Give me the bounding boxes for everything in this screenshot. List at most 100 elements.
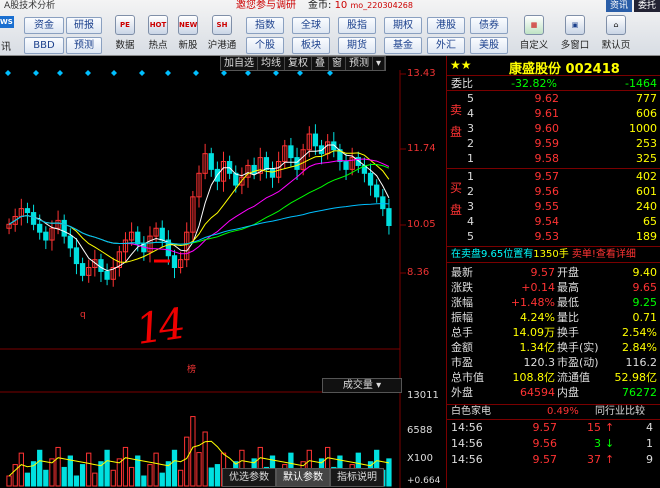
hk-connect-icon-button[interactable]: SH 沪港通 — [204, 15, 240, 55]
data-icon-button[interactable]: PE 数据 — [110, 15, 140, 55]
weibi-row: 委比 -32.82% -1464 — [447, 76, 660, 91]
buy-level: 2 — [467, 185, 474, 198]
coins-display: 金币: 10 mo_220304268 — [308, 0, 413, 12]
buy-volume: 402 — [636, 170, 657, 183]
event-diamond-icon — [111, 70, 117, 76]
volume-bar — [147, 464, 153, 487]
volume-bar — [196, 452, 202, 487]
toolbar-btn-bonds[interactable]: 债券 — [470, 17, 508, 34]
price-label-3: 10.05 — [407, 219, 436, 230]
toolbar-btn-futures[interactable]: 期货 — [338, 37, 376, 54]
overlay-button[interactable]: 叠 — [312, 57, 329, 70]
sell-row[interactable]: 2 9.59 253 — [447, 136, 660, 151]
candle-body — [312, 133, 319, 147]
data-icon: PE — [115, 15, 135, 35]
candle-body — [159, 227, 165, 241]
tick-row: 14:56 9.56 3 ↓ 1 — [447, 436, 660, 452]
predict-button[interactable]: 预测 — [346, 57, 373, 70]
tab-indicator-help[interactable]: 指标说明 — [330, 468, 384, 487]
stat-label: 涨幅 — [451, 296, 473, 309]
volume-bar — [122, 446, 129, 487]
kline-chart-canvas[interactable] — [0, 56, 446, 488]
rating-stars-icon[interactable]: ★★ — [450, 58, 472, 72]
stat-value: 2.54% — [622, 326, 657, 339]
toolbar-btn-research[interactable]: 研报 — [66, 17, 102, 34]
toolbar-btn-stock[interactable]: 个股 — [246, 37, 284, 54]
custom-icon-button[interactable]: ▦ 自定义 — [516, 15, 552, 55]
top-right-buttons: 资讯 委托 — [604, 0, 660, 12]
window-button[interactable]: 窗 — [329, 57, 346, 70]
tab-optimized-params[interactable]: 优选参数 — [222, 468, 276, 487]
stat-value: 9.25 — [632, 296, 658, 309]
toolbar-btn-stock-index[interactable]: 股指 — [338, 17, 376, 34]
stat-label: 最低 — [557, 296, 579, 309]
trade-button[interactable]: 委托 — [633, 0, 660, 12]
multi-window-icon-button[interactable]: ▣ 多窗口 — [556, 15, 594, 55]
toolbar-btn-bbd[interactable]: BBD — [24, 37, 64, 54]
tab-default-params[interactable]: 默认参数 — [276, 468, 330, 487]
buy-row[interactable]: 2 9.56 601 — [447, 184, 660, 199]
candle-body — [288, 145, 294, 159]
toolbar-btn-sector[interactable]: 板块 — [292, 37, 330, 54]
buy-volume: 189 — [636, 230, 657, 243]
add-watchlist-button[interactable]: 加自选 — [221, 57, 258, 70]
stat-value: +1.48% — [510, 296, 555, 309]
survey-invite-link[interactable]: 邀您参与调研 — [236, 0, 296, 12]
volume-indicator-select[interactable]: 成交量 ▾ — [322, 378, 402, 393]
volume-bar — [202, 431, 208, 487]
tick-row: 14:56 9.57 15 ↑ 4 — [447, 420, 660, 436]
chevron-down-icon[interactable]: ▾ — [373, 57, 386, 70]
toolbar-btn-forex[interactable]: 外汇 — [427, 37, 465, 54]
event-diamond-icon — [85, 70, 91, 76]
toolbar-btn-options[interactable]: 期权 — [384, 17, 422, 34]
tick-list: 14:56 9.57 15 ↑ 4 14:56 9.56 3 ↓ 1 14:56 9.57 37 ↑ 9 — [447, 420, 660, 468]
coins-label: 金币: — [308, 0, 332, 11]
toolbar-btn-capital[interactable]: 资金 — [24, 17, 64, 34]
ipo-icon-button[interactable]: NEW 新股 — [173, 15, 203, 55]
candle-body — [43, 231, 49, 241]
tick-count: 9 — [646, 453, 653, 466]
big-order-alert[interactable]: 在卖盘9.65位置有1350手 卖单!查看详细 — [447, 247, 660, 263]
toolbar-btn-us-stocks[interactable]: 美股 — [470, 37, 508, 54]
buy-row[interactable]: 3 9.55 240 — [447, 199, 660, 214]
main-toolbar: A股技术分析 邀您参与调研 金币: 10 mo_220304268 资讯 委托 … — [0, 0, 660, 56]
app-logo-icon[interactable]: WS — [0, 16, 14, 28]
news-button[interactable]: 资讯 — [605, 0, 632, 12]
buy-row[interactable]: 1 9.57 402 — [447, 169, 660, 184]
buy-row[interactable]: 4 9.54 65 — [447, 214, 660, 229]
ma-button[interactable]: 均线 — [258, 57, 285, 70]
price-label-top: 13.43 — [407, 68, 436, 79]
adjust-button[interactable]: 复权 — [285, 57, 312, 70]
volume-bar — [184, 436, 190, 487]
marker-q[interactable]: q — [80, 310, 86, 320]
tick-volume: 15 — [587, 421, 601, 434]
volume-bar — [208, 467, 214, 487]
toolbar-btn-hk[interactable]: 港股 — [427, 17, 465, 34]
toolbar-btn-forecast[interactable]: 预测 — [66, 37, 102, 54]
toolbar-btn-index[interactable]: 指数 — [246, 17, 284, 34]
volume-bar — [92, 472, 98, 487]
stat-label: 最新 — [451, 266, 473, 279]
coins-value: 10 — [334, 0, 348, 11]
toolbar-btn-funds[interactable]: 基金 — [384, 37, 422, 54]
candle-body — [294, 157, 300, 170]
candle-body — [233, 172, 239, 186]
volume-label-mid: 6588 — [407, 425, 433, 436]
volume-bar — [24, 472, 31, 487]
hot-icon-button[interactable]: HOT 热点 — [143, 15, 173, 55]
kline-chart-area[interactable]: 加自选 均线 复权 叠 窗 预测 ▾ 13.43 11.74 10.05 8.3… — [0, 56, 446, 488]
industry-compare-link[interactable]: 同行业比较 — [595, 405, 645, 419]
sell-row[interactable]: 3 9.60 1000 — [447, 121, 660, 136]
stat-value: 2.84% — [622, 341, 657, 354]
sell-row[interactable]: 4 9.61 606 — [447, 106, 660, 121]
toolbar-btn-global[interactable]: 全球 — [292, 17, 330, 34]
sell-row[interactable]: 5 9.62 777 — [447, 91, 660, 106]
stat-label: 量比 — [557, 311, 579, 324]
sell-row[interactable]: 1 9.58 325 — [447, 151, 660, 166]
sector-row[interactable]: 白色家电 0.49% 同行业比较 — [447, 404, 660, 420]
buy-row[interactable]: 5 9.53 189 — [447, 229, 660, 244]
marker-bang[interactable]: 榜 — [187, 362, 196, 375]
handwritten-annotation: 14 — [132, 299, 185, 354]
default-page-icon-button[interactable]: ⌂ 默认页 — [598, 15, 634, 55]
hk-connect-icon: SH — [212, 15, 232, 35]
